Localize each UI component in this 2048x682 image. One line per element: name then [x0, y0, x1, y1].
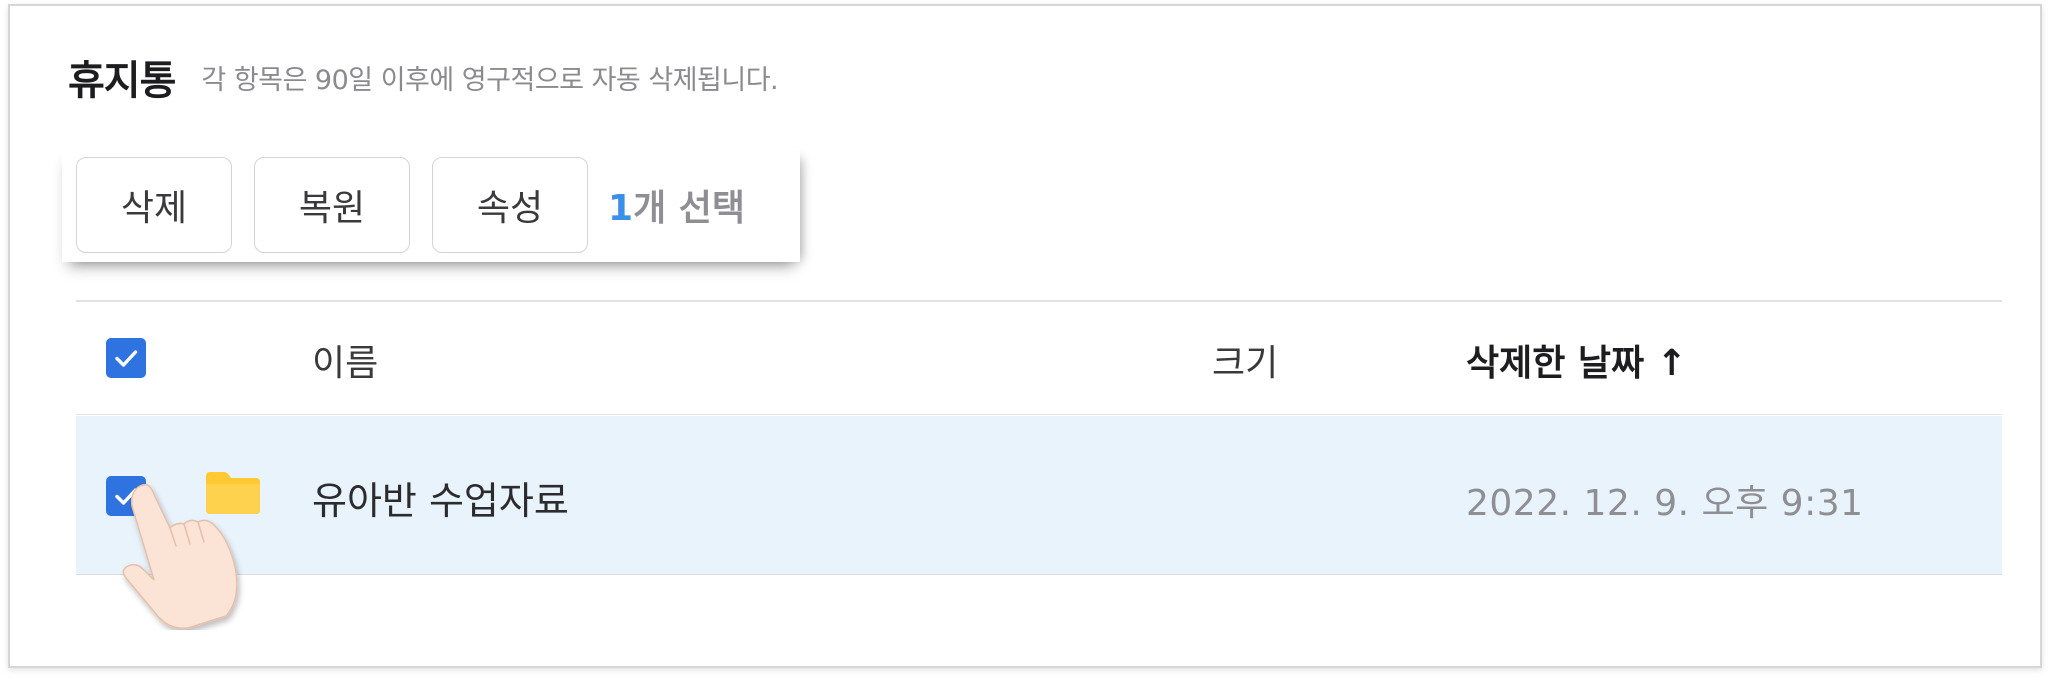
column-header-size[interactable]: 크기 — [1212, 334, 1278, 386]
page-title: 휴지통 — [68, 58, 176, 104]
delete-button[interactable]: 삭제 — [76, 157, 232, 253]
column-header-name[interactable]: 이름 — [312, 334, 378, 386]
restore-button[interactable]: 복원 — [254, 157, 410, 253]
selection-count: 1개 선택 — [608, 179, 745, 231]
properties-button[interactable]: 속성 — [432, 157, 588, 253]
page-subtitle: 각 항목은 90일 이후에 영구적으로 자동 삭제됩니다. — [201, 64, 779, 96]
checkmark-icon — [115, 350, 138, 367]
trash-panel: 휴지통 각 항목은 90일 이후에 영구적으로 자동 삭제됩니다. 삭제 복원 … — [8, 4, 2042, 668]
pointing-hand-icon — [122, 483, 238, 629]
action-toolbar: 삭제 복원 속성 1개 선택 — [62, 148, 800, 262]
select-all-checkbox[interactable] — [106, 338, 146, 378]
selection-count-number: 1 — [608, 188, 634, 229]
page-header: 휴지통 각 항목은 90일 이후에 영구적으로 자동 삭제됩니다. — [68, 48, 779, 106]
table-header: 이름 크기 삭제한 날짜 ↑ — [76, 302, 2002, 415]
column-header-deleted-date[interactable]: 삭제한 날짜 ↑ — [1466, 334, 1687, 386]
row-file-name[interactable]: 유아반 수업자료 — [312, 470, 569, 525]
selection-count-suffix: 개 선택 — [633, 188, 745, 229]
table-row[interactable]: 유아반 수업자료 2022. 12. 9. 오후 9:31 — [76, 416, 2002, 575]
row-deleted-date: 2022. 12. 9. 오후 9:31 — [1466, 483, 1864, 524]
